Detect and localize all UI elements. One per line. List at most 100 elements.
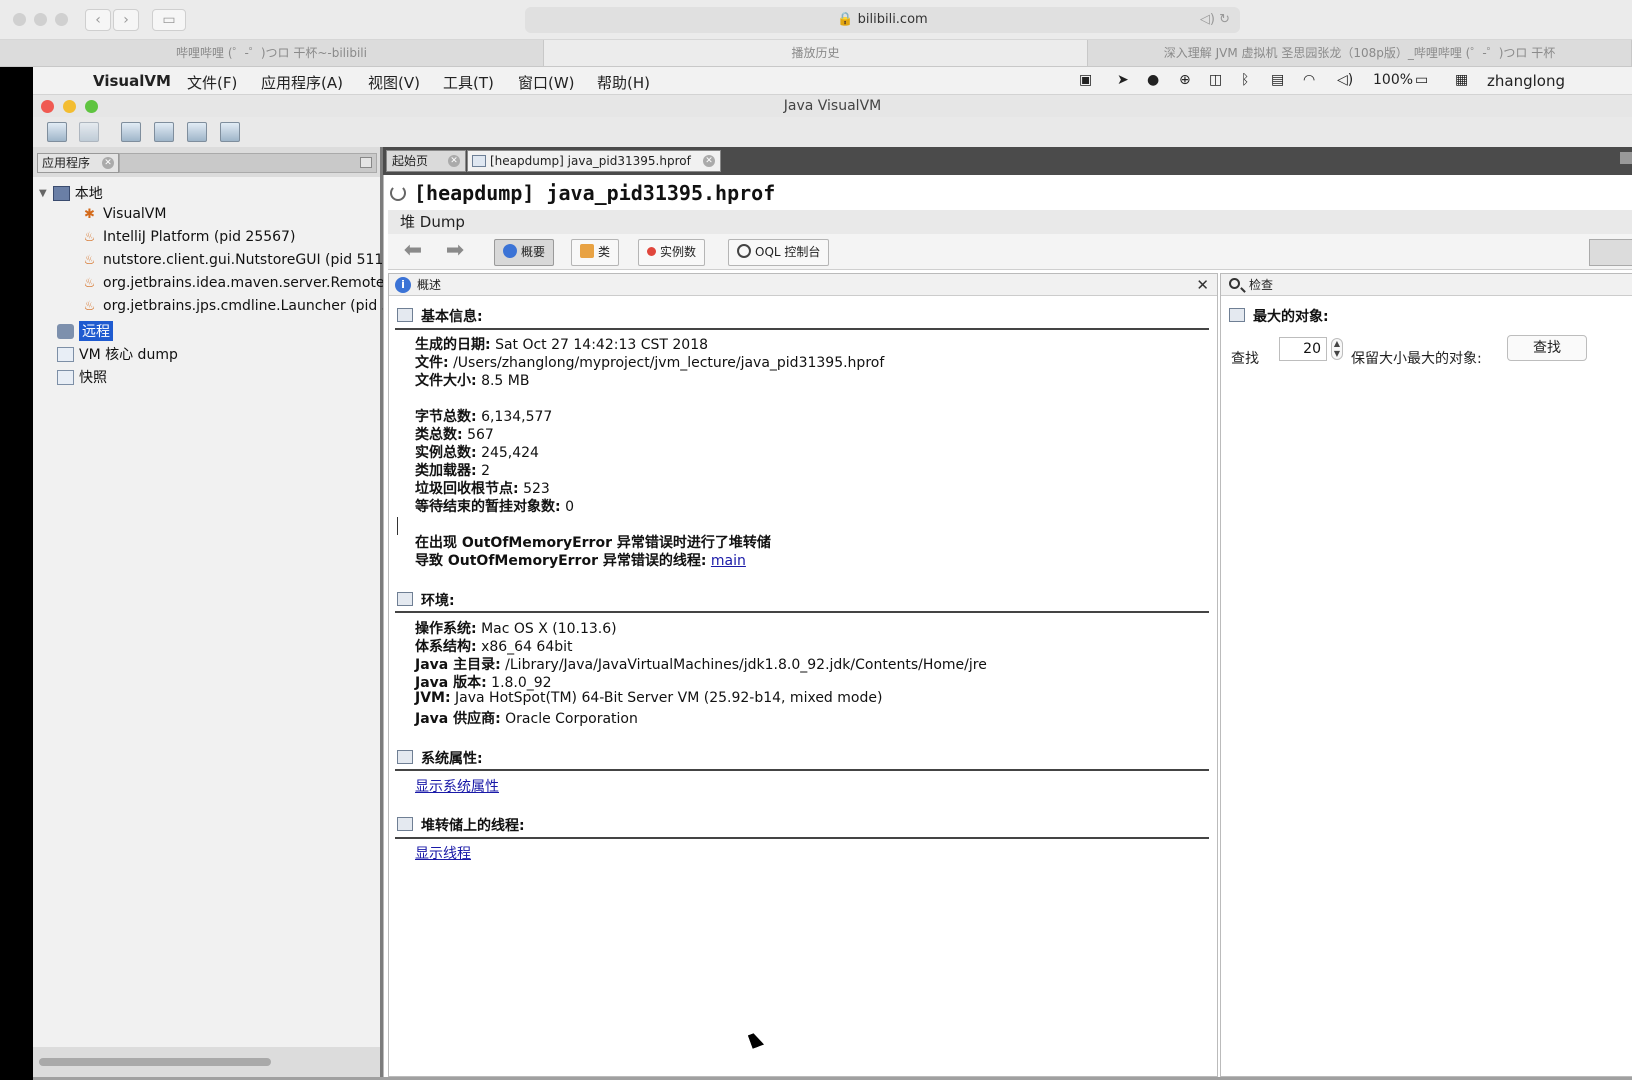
add-remote-host-icon[interactable] <box>154 122 174 142</box>
env-jvm: JVM: Java HotSpot(TM) 64-Bit Server VM (… <box>415 690 883 706</box>
timer-icon[interactable]: ◫ <box>1209 72 1222 88</box>
tree-node-label: 快照 <box>79 370 107 386</box>
heapdump-subtitle: 堆 Dump <box>388 210 1632 234</box>
applications-tab[interactable]: 应用程序 ✕ <box>37 153 119 173</box>
load-snapshot-icon[interactable] <box>47 122 67 142</box>
tree-node-maven-server[interactable]: ♨ org.jetbrains.idea.maven.server.Remote… <box>81 275 397 291</box>
heapdump-icon <box>472 155 486 167</box>
spinner-arrows-icon[interactable]: ▲ ▼ <box>1331 338 1343 360</box>
section-divider <box>395 328 1209 330</box>
battery-icon[interactable]: ▭ <box>1415 72 1428 88</box>
sidebar-toggle-icon[interactable]: ▭ <box>152 9 186 31</box>
details-info-icon[interactable] <box>1589 239 1632 266</box>
close-dot[interactable] <box>41 100 54 113</box>
horizontal-scrollbar[interactable] <box>39 1058 271 1066</box>
minimize-panel-icon[interactable] <box>360 157 372 168</box>
app-status-icon[interactable]: ● <box>1147 72 1159 88</box>
back-arrow-icon[interactable]: ⬅ <box>398 240 428 264</box>
minimize-dot[interactable] <box>63 100 76 113</box>
close-icon[interactable]: ✕ <box>703 155 715 167</box>
zoom-window-dot[interactable] <box>55 13 68 26</box>
browser-tab[interactable]: 哔哩哔哩 (゜-゜)つロ 干杯~-bilibili <box>0 40 544 66</box>
close-icon[interactable]: ✕ <box>1196 274 1209 296</box>
oql-console-button[interactable]: OQL 控制台 <box>728 239 830 266</box>
tree-node-label: org.jetbrains.jps.cmdline.Launcher (pid … <box>103 298 391 314</box>
instances-view-button[interactable]: 实例数 <box>638 239 706 266</box>
oql-icon <box>737 244 751 258</box>
zoom-dot[interactable] <box>85 100 98 113</box>
minimize-window-dot[interactable] <box>34 13 47 26</box>
bluetooth-icon[interactable]: ᛒ <box>1241 72 1249 88</box>
object-count-input[interactable]: 20 <box>1279 337 1327 361</box>
window-titlebar: Java VisualVM <box>33 95 1632 117</box>
close-icon[interactable]: ✕ <box>102 157 114 169</box>
menu-tools[interactable]: 工具(T) <box>443 72 494 93</box>
system-properties-heading: 系统属性: <box>397 748 483 768</box>
properties-icon <box>397 750 413 764</box>
close-window-dot[interactable] <box>13 13 26 26</box>
close-icon[interactable]: ✕ <box>448 155 460 167</box>
add-snapshot-icon[interactable] <box>220 122 240 142</box>
info-classloaders: 类加载器: 2 <box>415 463 490 479</box>
add-jmx-connection-icon[interactable] <box>121 122 141 142</box>
main-toolbar <box>33 117 1632 147</box>
tree-node-visualvm[interactable]: ✱ VisualVM <box>81 206 166 222</box>
info-date: 生成的日期: Sat Oct 27 14:42:13 CST 2018 <box>415 337 709 353</box>
oom-thread-link[interactable]: main <box>711 553 746 569</box>
forward-icon[interactable]: › <box>113 9 139 31</box>
browser-tabs: 哔哩哔哩 (゜-゜)つロ 干杯~-bilibili 播放历史 深入理解 JVM … <box>0 40 1632 67</box>
tree-node-nutstore[interactable]: ♨ nutstore.client.gui.NutstoreGUI (pid 5… <box>81 252 389 268</box>
tab-start-page[interactable]: 起始页 ✕ <box>386 150 466 172</box>
crosshair-icon[interactable]: ⊕ <box>1179 72 1191 88</box>
tree-node-jps-launcher[interactable]: ♨ org.jetbrains.jps.cmdline.Launcher (pi… <box>81 298 391 314</box>
tree-node-remote[interactable]: 远程 <box>57 321 113 341</box>
java-app-icon: ♨ <box>83 275 96 291</box>
screen-record-icon[interactable]: ▣ <box>1079 72 1092 88</box>
info-instances: 实例总数: 245,424 <box>415 445 539 461</box>
tab-label: 起始页 <box>392 154 429 168</box>
show-threads-link[interactable]: 显示线程 <box>415 843 471 863</box>
macos-menubar: VisualVM 文件(F) 应用程序(A) 视图(V) 工具(T) 窗口(W)… <box>33 67 1632 95</box>
menu-app-name[interactable]: VisualVM <box>93 72 171 90</box>
tree-node-vm-coredump[interactable]: VM 核心 dump <box>57 344 178 364</box>
info-gc-roots: 垃圾回收根节点: 523 <box>415 481 550 497</box>
back-icon[interactable]: ‹ <box>85 9 111 31</box>
browser-toolbar: ‹ › ▭ 🔒 bilibili.com ◁) ↻ <box>0 0 1632 40</box>
page-title: [heapdump] java_pid31395.hprof <box>414 181 776 205</box>
save-icon[interactable] <box>79 122 99 142</box>
browser-tab[interactable]: 播放历史 <box>544 40 1088 66</box>
maximize-icon[interactable] <box>1620 152 1632 164</box>
environment-heading: 环境: <box>397 590 455 610</box>
tab-heapdump[interactable]: [heapdump] java_pid31395.hprof ✕ <box>467 150 721 172</box>
menu-application[interactable]: 应用程序(A) <box>261 72 343 93</box>
tree-node-intellij[interactable]: ♨ IntelliJ Platform (pid 25567) <box>81 229 296 245</box>
overview-title: 概述 <box>417 278 442 292</box>
lock-icon: 🔒 <box>837 12 854 27</box>
overview-panel: i 概述 ✕ 基本信息: 生成的日期: Sat Oct 27 14:42:13 … <box>388 273 1218 1077</box>
tree-node-snapshots[interactable]: 快照 <box>57 367 107 387</box>
volume-icon[interactable]: ◁) <box>1337 72 1353 88</box>
summary-view-button[interactable]: 概要 <box>494 239 555 266</box>
address-bar[interactable]: 🔒 bilibili.com ◁) ↻ <box>525 7 1240 33</box>
forward-arrow-icon[interactable]: ➡ <box>440 240 470 264</box>
input-flag-icon[interactable]: ▦ <box>1455 72 1468 88</box>
user-name[interactable]: zhanglong <box>1487 72 1565 90</box>
tree-node-local[interactable]: ▼ 本地 <box>39 183 103 203</box>
find-button[interactable]: 查找 <box>1507 335 1587 361</box>
add-vm-coredump-icon[interactable] <box>187 122 207 142</box>
browser-tab[interactable]: 深入理解 JVM 虚拟机 圣思园张龙（108p版）_哔哩哔哩 (゜-゜)つロ 干… <box>1088 40 1632 66</box>
classes-view-button[interactable]: 类 <box>571 239 620 266</box>
show-system-properties-link[interactable]: 显示系统属性 <box>415 776 499 796</box>
applications-tree: ▼ 本地 ✱ VisualVM ♨ IntelliJ Platform (pid… <box>33 177 397 1047</box>
menu-file[interactable]: 文件(F) <box>187 72 237 93</box>
menu-window[interactable]: 窗口(W) <box>518 72 575 93</box>
reload-icon[interactable]: ◁) ↻ <box>1200 7 1230 33</box>
wifi-icon[interactable]: ◠ <box>1303 72 1315 88</box>
menu-view[interactable]: 视图(V) <box>368 72 420 93</box>
inspect-header: 检查 <box>1221 274 1632 296</box>
expand-arrow-icon[interactable]: ▼ <box>39 188 47 199</box>
location-icon[interactable]: ➤ <box>1117 72 1129 88</box>
env-arch: 体系结构: x86_64 64bit <box>415 639 573 655</box>
menu-help[interactable]: 帮助(H) <box>597 72 650 93</box>
memory-icon[interactable]: ▤ <box>1271 72 1284 88</box>
